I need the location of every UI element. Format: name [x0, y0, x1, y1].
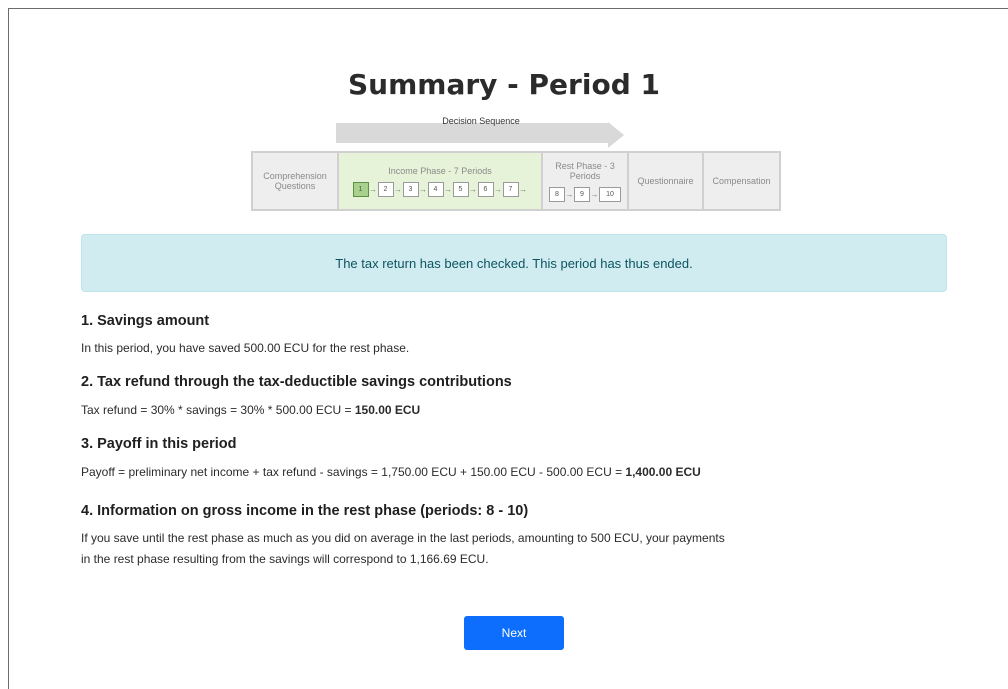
arrow-right-icon: →: [565, 189, 574, 199]
payoff-formula: Payoff = preliminary net income + tax re…: [81, 465, 626, 479]
rest-steps: 8 → 9 → 10: [549, 186, 621, 202]
decision-sequence-arrow: [336, 123, 608, 143]
arrow-right-icon: →: [469, 184, 477, 194]
phase-questionnaire: Questionnaire: [629, 153, 704, 209]
phase-income: Income Phase - 7 Periods 1 → 2 → 3 → 4 → 5 → …: [339, 153, 543, 209]
income-steps: 1 → 2 → 3 → 4 → 5 → 6 → 7 →: [352, 181, 528, 197]
section-text-tax-refund: Tax refund = 30% * savings = 30% * 500.0…: [81, 401, 420, 419]
section-text-gross-income-1: If you save until the rest phase as much…: [81, 531, 725, 545]
section-heading-payoff: 3. Payoff in this period: [81, 436, 237, 452]
phase-label: Questionnaire: [637, 176, 694, 186]
step-1: 1: [352, 181, 369, 197]
decision-sequence-label: Decision Sequence: [442, 116, 520, 126]
arrow-right-icon: →: [419, 184, 427, 194]
arrow-right-icon: →: [494, 184, 502, 194]
phase-label: Comprehension Questions: [263, 171, 327, 191]
step-4: 4: [427, 181, 444, 197]
step-2: 2: [377, 181, 394, 197]
section-text-payoff: Payoff = preliminary net income + tax re…: [81, 463, 701, 481]
next-button[interactable]: Next: [464, 616, 564, 650]
tax-refund-formula: Tax refund = 30% * savings = 30% * 500.0…: [81, 403, 355, 417]
section-text-gross-income-2: in the rest phase resulting from the sav…: [81, 552, 489, 566]
info-alert: The tax return has been checked. This pe…: [81, 234, 947, 292]
arrow-right-icon: →: [519, 184, 527, 194]
phase-label: Rest Phase - 3 Periods: [555, 160, 615, 181]
section-heading-gross-income: 4. Information on gross income in the re…: [81, 503, 529, 519]
phase-compensation: Compensation: [704, 153, 779, 209]
phase-comprehension: Comprehension Questions: [253, 153, 339, 209]
step-7: 7: [502, 181, 519, 197]
arrow-right-icon: →: [369, 184, 377, 194]
step-10: 10: [599, 186, 621, 202]
step-9: 9: [574, 186, 590, 202]
page-title: Summary - Period 1: [348, 68, 660, 101]
step-3: 3: [402, 181, 419, 197]
section-heading-savings: 1. Savings amount: [81, 313, 210, 329]
phase-label: Compensation: [712, 176, 771, 186]
arrow-right-icon: →: [444, 184, 452, 194]
tax-refund-value: 150.00 ECU: [354, 403, 421, 417]
alert-text: The tax return has been checked. This pe…: [335, 255, 693, 271]
phase-rest: Rest Phase - 3 Periods 8 → 9 → 10: [543, 153, 629, 209]
arrow-right-icon: →: [590, 189, 599, 199]
arrow-right-icon: →: [394, 184, 402, 194]
phase-label: Income Phase - 7 Periods: [388, 165, 492, 176]
step-6: 6: [477, 181, 494, 197]
step-5: 5: [452, 181, 469, 197]
step-8: 8: [549, 186, 565, 202]
section-heading-tax-refund: 2. Tax refund through the tax-deductible…: [81, 374, 512, 390]
payoff-value: 1,400.00 ECU: [625, 465, 701, 479]
phase-sequence: Comprehension Questions Income Phase - 7…: [251, 151, 781, 211]
section-text-savings: In this period, you have saved 500.00 EC…: [81, 341, 410, 355]
